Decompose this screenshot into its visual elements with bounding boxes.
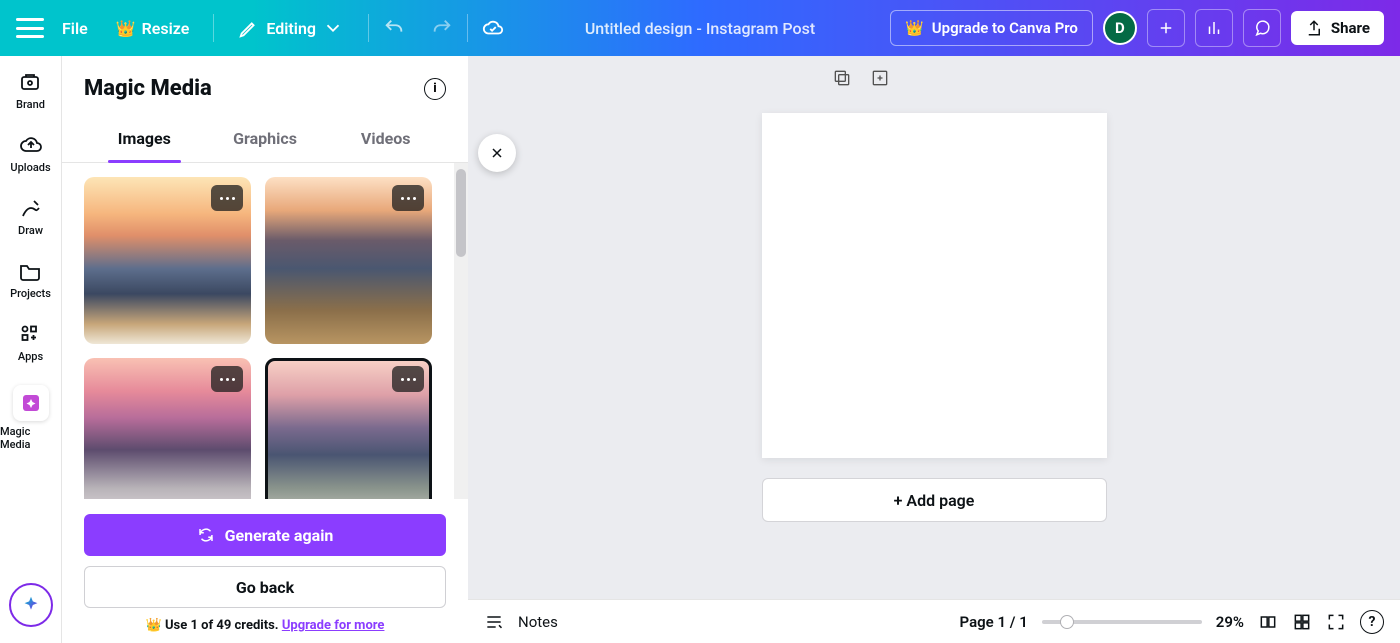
canvas-page[interactable]: [762, 113, 1107, 458]
pencil-icon: [238, 17, 260, 39]
duplicate-page-icon[interactable]: [832, 68, 852, 88]
apps-icon: [18, 322, 42, 346]
rail-label: Draw: [18, 224, 43, 237]
rail-draw[interactable]: Draw: [18, 196, 43, 237]
tab-videos[interactable]: Videos: [325, 117, 446, 162]
undo-icon[interactable]: [383, 17, 405, 39]
rail-label: Brand: [16, 98, 45, 111]
share-button[interactable]: Share: [1291, 11, 1384, 45]
notes-icon[interactable]: [484, 612, 504, 632]
brand-icon: [18, 70, 42, 94]
divider: [467, 14, 468, 42]
tab-images[interactable]: Images: [84, 117, 205, 162]
upload-icon: [19, 133, 43, 157]
editing-menu[interactable]: Editing: [228, 11, 354, 45]
top-bar: File 👑 Resize Editing Untitled design - …: [0, 0, 1400, 56]
sparkle-icon: [20, 594, 42, 616]
tab-graphics[interactable]: Graphics: [205, 117, 326, 162]
scrollbar-thumb[interactable]: [456, 169, 466, 257]
canvas-area: + Add page Notes Page 1 / 1 29% ?: [468, 56, 1400, 643]
page-indicator: Page 1 / 1: [960, 613, 1028, 631]
add-page-button[interactable]: + Add page: [762, 478, 1107, 522]
share-icon: [1305, 19, 1323, 37]
share-label: Share: [1331, 19, 1370, 37]
page-view-icon[interactable]: [1258, 612, 1278, 632]
folder-icon: [18, 259, 42, 283]
generated-image[interactable]: [265, 177, 432, 344]
scrollbar[interactable]: [454, 163, 468, 499]
crown-icon: 👑: [905, 19, 924, 37]
magic-media-panel: Magic Media i Images Graphics Videos Ge: [62, 56, 468, 643]
redo-icon[interactable]: [431, 17, 453, 39]
close-icon: [489, 145, 505, 161]
info-icon[interactable]: i: [424, 78, 446, 100]
regenerate-icon: [197, 526, 215, 544]
panel-tabs: Images Graphics Videos: [62, 117, 468, 163]
more-icon[interactable]: [211, 185, 243, 211]
close-panel-button[interactable]: [478, 134, 516, 172]
crown-icon: 👑: [146, 618, 162, 633]
chevron-down-icon: [322, 17, 344, 39]
resize-label: Resize: [142, 19, 190, 38]
rail-label: Magic Media: [0, 425, 61, 451]
go-back-button[interactable]: Go back: [84, 566, 446, 608]
document-title[interactable]: Untitled design - Instagram Post: [585, 19, 815, 38]
menu-icon[interactable]: [16, 18, 44, 38]
generated-image[interactable]: [84, 358, 251, 499]
add-page-icon[interactable]: [870, 68, 890, 88]
more-icon[interactable]: [211, 366, 243, 392]
ai-assistant-button[interactable]: [9, 583, 53, 627]
editing-label: Editing: [266, 19, 316, 38]
credits-prefix: Use 1 of 49 credits.: [165, 618, 282, 633]
fullscreen-icon[interactable]: [1326, 612, 1346, 632]
more-icon[interactable]: [392, 185, 424, 211]
divider: [368, 14, 369, 42]
magic-media-icon: [13, 385, 49, 421]
upgrade-label: Upgrade to Canva Pro: [932, 19, 1078, 37]
draw-icon: [19, 196, 43, 220]
generate-again-button[interactable]: Generate again: [84, 514, 446, 556]
add-button[interactable]: [1147, 9, 1185, 47]
rail-label: Apps: [18, 350, 43, 363]
rail-label: Projects: [10, 287, 51, 300]
rail-projects[interactable]: Projects: [10, 259, 51, 300]
generate-label: Generate again: [225, 526, 334, 545]
file-menu[interactable]: File: [52, 13, 98, 44]
avatar[interactable]: D: [1103, 11, 1137, 45]
zoom-value: 29%: [1216, 613, 1244, 631]
comment-button[interactable]: [1243, 9, 1281, 47]
canvas-stage[interactable]: + Add page: [468, 56, 1400, 599]
results-grid: [62, 163, 454, 499]
rail-label: Uploads: [10, 161, 50, 174]
rail-brand[interactable]: Brand: [16, 70, 45, 111]
panel-title: Magic Media: [84, 76, 212, 101]
generated-image[interactable]: [84, 177, 251, 344]
resize-menu[interactable]: 👑 Resize: [106, 13, 200, 44]
divider: [213, 14, 214, 42]
crown-icon: 👑: [116, 19, 136, 38]
side-rail: Brand Uploads Draw Projects Apps Magic M…: [0, 56, 62, 643]
generated-image-selected[interactable]: [265, 358, 432, 499]
cloud-sync-icon[interactable]: [482, 17, 504, 39]
analytics-button[interactable]: [1195, 9, 1233, 47]
rail-magic-media[interactable]: Magic Media: [0, 385, 61, 451]
rail-apps[interactable]: Apps: [18, 322, 43, 363]
more-icon[interactable]: [392, 366, 424, 392]
zoom-slider[interactable]: [1042, 620, 1202, 624]
upgrade-button[interactable]: 👑 Upgrade to Canva Pro: [890, 10, 1093, 46]
credits-text: 👑 Use 1 of 49 credits. Upgrade for more: [84, 618, 446, 633]
bottom-bar: Notes Page 1 / 1 29% ?: [468, 599, 1400, 643]
help-icon[interactable]: ?: [1360, 610, 1384, 634]
rail-uploads[interactable]: Uploads: [10, 133, 50, 174]
upgrade-link[interactable]: Upgrade for more: [282, 618, 385, 633]
grid-view-icon[interactable]: [1292, 612, 1312, 632]
notes-label[interactable]: Notes: [518, 613, 558, 631]
slider-knob[interactable]: [1060, 615, 1074, 629]
